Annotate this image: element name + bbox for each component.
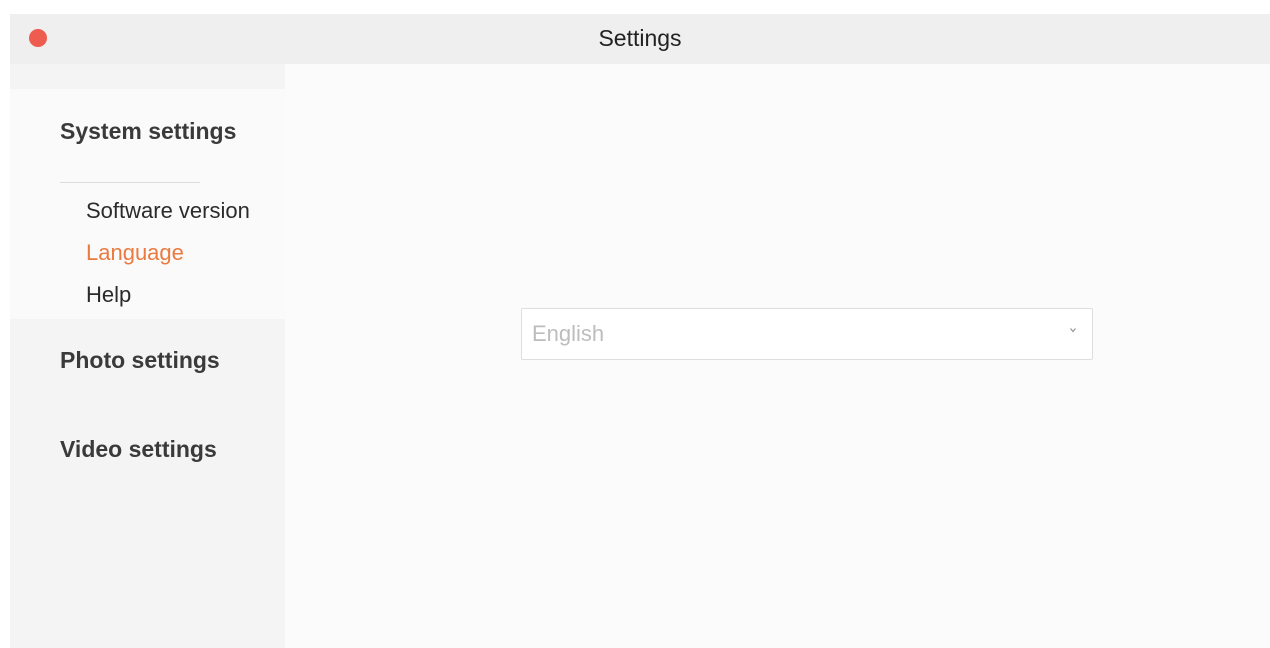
sidebar-item-software-version[interactable]: Software version	[86, 198, 250, 224]
sidebar-section-photo-settings[interactable]: Photo settings	[60, 347, 220, 374]
language-select[interactable]: English	[521, 308, 1093, 360]
title-bar: Settings	[10, 14, 1270, 64]
sidebar: System settings Software version Languag…	[10, 64, 285, 648]
language-selected-value: English	[532, 321, 605, 346]
sidebar-item-language[interactable]: Language	[86, 240, 184, 266]
window-title: Settings	[598, 25, 682, 51]
sidebar-section-video-settings[interactable]: Video settings	[60, 436, 217, 463]
sidebar-item-help[interactable]: Help	[86, 282, 131, 308]
section-divider	[60, 182, 200, 183]
sidebar-section-system-settings[interactable]: System settings	[60, 118, 236, 145]
chevron-down-icon	[1070, 328, 1076, 333]
system-settings-section: System settings Software version Languag…	[10, 89, 285, 319]
settings-window: Settings System settings Software versio…	[10, 14, 1270, 648]
main-content: English	[285, 64, 1270, 648]
